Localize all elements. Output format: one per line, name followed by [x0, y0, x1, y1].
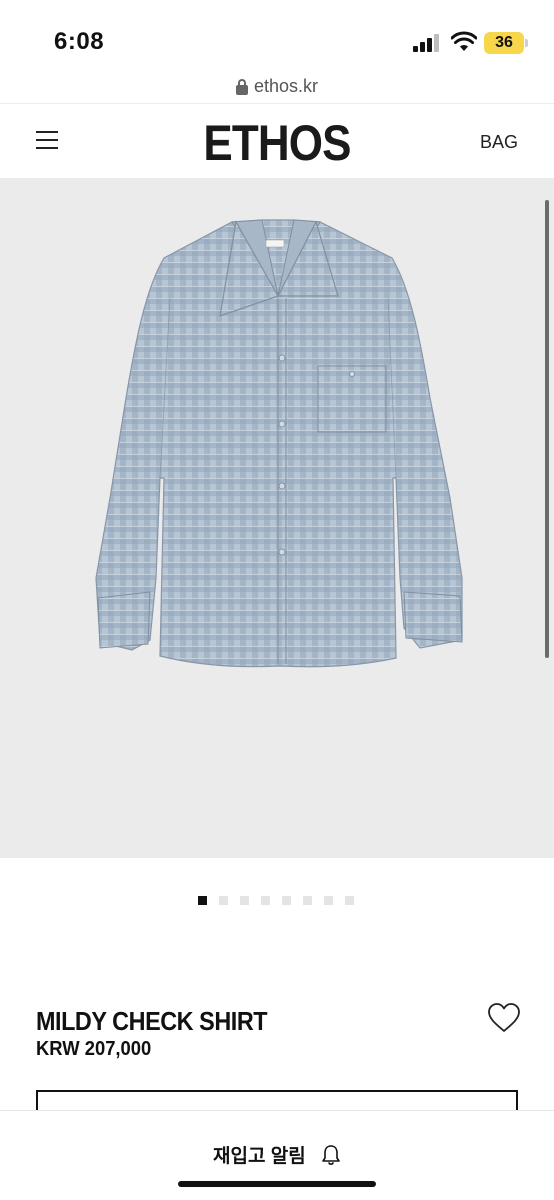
battery-tip	[525, 39, 528, 47]
battery-icon: 36	[484, 32, 524, 54]
bell-icon	[322, 1144, 340, 1165]
lock-icon	[235, 78, 248, 95]
status-bar: 6:08 36	[0, 0, 554, 72]
site-header: ETHOS BAG	[0, 103, 554, 178]
home-indicator	[178, 1181, 376, 1187]
carousel-dot[interactable]	[198, 896, 207, 905]
product-price: KRW 207,000	[36, 1038, 152, 1060]
status-time: 6:08	[54, 28, 105, 55]
carousel-dot[interactable]	[240, 896, 249, 905]
url-bar[interactable]: ethos.kr	[0, 72, 554, 102]
site-logo[interactable]: ETHOS	[33, 114, 521, 172]
carousel-dot[interactable]	[219, 896, 228, 905]
carousel-dot[interactable]	[282, 896, 291, 905]
carousel-dot[interactable]	[261, 896, 270, 905]
restock-notify-button[interactable]: 재입고 알림	[0, 1141, 554, 1168]
url-text: ethos.kr	[253, 76, 319, 96]
signal-icon	[413, 34, 441, 52]
product-name: MILDY CHECK SHIRT	[36, 1006, 268, 1036]
wifi-icon	[451, 31, 477, 51]
restock-label: 재입고 알림	[213, 1146, 306, 1167]
scrollbar[interactable]	[545, 200, 549, 658]
carousel-dots	[0, 896, 554, 906]
product-image[interactable]	[0, 178, 554, 858]
shirt-illustration	[95, 219, 463, 668]
carousel-dot[interactable]	[345, 896, 354, 905]
carousel-dot[interactable]	[324, 896, 333, 905]
bag-link[interactable]: BAG	[480, 132, 518, 153]
carousel-dot[interactable]	[303, 896, 312, 905]
heart-icon[interactable]	[487, 1002, 521, 1034]
